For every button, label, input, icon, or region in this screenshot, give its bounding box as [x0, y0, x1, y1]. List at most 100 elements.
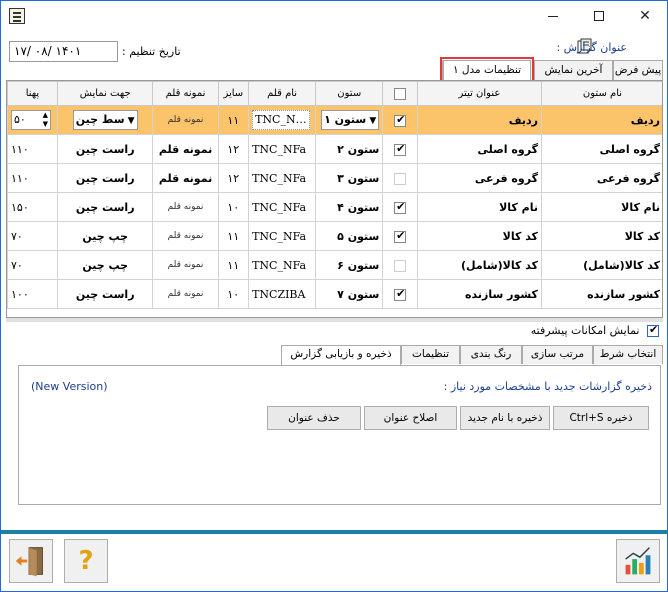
date-input[interactable]: ۱۴۰۱ /۰۸ /۱۷ — [9, 41, 118, 62]
cell-font-sample[interactable]: نمونه قلم — [152, 163, 219, 193]
cell-column[interactable]: ستون ۳ — [315, 163, 384, 193]
table-row[interactable]: کد کالا(شامل) کد کالا(شامل) ستون ۶ TNC_NFa ۱… — [7, 250, 662, 280]
visible-checkbox[interactable] — [394, 287, 407, 301]
cell-alignment[interactable]: راست چین — [56, 279, 154, 309]
visible-checkbox[interactable] — [394, 259, 407, 272]
delete-title-button[interactable]: حذف عنوان — [267, 406, 361, 430]
col-header-checkbox[interactable] — [382, 81, 418, 106]
tab-filter-condition[interactable]: انتخاب شرط — [593, 345, 663, 364]
tab-coloring[interactable]: رنگ بندی — [460, 345, 522, 364]
cell-alignment[interactable]: راست چین — [56, 134, 154, 164]
col-header-alignment[interactable]: جهت نمایش — [56, 81, 154, 106]
column-dropdown[interactable]: ▼ ستون ۱ — [321, 110, 380, 130]
spinner-arrows-icon[interactable]: ▲ ▼ — [43, 111, 48, 129]
visible-checkbox[interactable] — [394, 200, 407, 214]
cell-font-name[interactable]: TNC_NFa — [248, 192, 317, 222]
cell-alignment[interactable]: راست چین — [56, 192, 154, 222]
cell-column-name[interactable]: کشور سازنده — [540, 279, 662, 309]
save-as-button[interactable]: ذخیره با نام جدید — [460, 406, 550, 430]
cell-font-name[interactable]: TNCZIBA — [248, 279, 317, 309]
cell-size[interactable]: ۱۱ — [217, 105, 250, 135]
select-all-checkbox[interactable] — [394, 87, 407, 100]
table-row[interactable]: کشور سازندهکشور سازنده ستون ۷ TNCZIBA۱۰نمو… — [7, 279, 662, 309]
cell-column[interactable]: ستون ۷ — [315, 279, 384, 309]
cell-visible[interactable] — [382, 192, 418, 222]
cell-size[interactable]: ۱۰ — [217, 279, 250, 309]
visible-checkbox[interactable] — [394, 142, 407, 156]
cell-visible[interactable] — [382, 134, 418, 164]
alignment-dropdown[interactable]: ▼ سط چین — [72, 110, 138, 130]
cell-column[interactable]: ▼ ستون ۱ — [315, 105, 384, 135]
cell-size[interactable]: ۱۰ — [217, 192, 250, 222]
cell-alignment[interactable]: ▼ سط چین — [56, 105, 154, 135]
visible-checkbox[interactable] — [394, 229, 407, 243]
cell-width[interactable]: ۷۰ — [7, 250, 58, 280]
cell-column-name[interactable]: کد کالا(شامل) — [540, 250, 662, 280]
tab-save-restore[interactable]: ذخیره و بازیابی گزارش — [281, 345, 401, 365]
visible-checkbox[interactable] — [394, 113, 407, 127]
table-row[interactable]: گروه فرعی گروه فرعی ستون ۳ TNC_NFa ۱۲ نمونه ق… — [7, 163, 662, 193]
cell-width[interactable]: ۱۱۰ — [7, 163, 58, 193]
cell-font-name[interactable]: TNC_NFa — [248, 134, 317, 164]
col-header-size[interactable]: سایز — [217, 81, 250, 106]
col-header-column[interactable]: ستون — [315, 81, 384, 106]
cell-column[interactable]: ستون ۴ — [315, 192, 384, 222]
table-row[interactable]: ردیفردیف ▼ ستون ۱ TNC_N…۱۱نمونه قلم ▼ سط چی… — [7, 105, 662, 135]
horizontal-scrollbar[interactable] — [6, 318, 663, 322]
cell-font-sample[interactable]: نمونه قلم — [152, 279, 219, 309]
cell-font-sample[interactable]: نمونه قلم — [152, 134, 219, 164]
cell-column-name[interactable]: ردیف — [540, 105, 662, 135]
table-row[interactable]: گروه اصلیگروه اصلی ستون ۲ TNC_NFa۱۲نمونه ق… — [7, 134, 662, 164]
cell-font-name[interactable]: TNC_NFa — [248, 250, 317, 280]
cell-size[interactable]: ۱۱ — [217, 250, 250, 280]
cell-size[interactable]: ۱۲ — [217, 134, 250, 164]
cell-alignment[interactable]: راست چین — [56, 163, 154, 193]
cell-title[interactable]: کد کالا(شامل) — [416, 250, 542, 280]
table-row[interactable]: نام کالانام کالا ستون ۴ TNC_NFa۱۰نمونه قلم… — [7, 192, 662, 222]
exit-button[interactable] — [9, 539, 53, 583]
minimize-button[interactable] — [530, 1, 576, 31]
cell-font-name[interactable]: TNC_NFa — [248, 163, 317, 193]
cell-size[interactable]: ۱۱ — [217, 221, 250, 251]
tab-model-1-settings[interactable]: تنظیمات مدل ۱ — [440, 57, 534, 84]
close-button[interactable]: ✕ — [622, 1, 668, 31]
cell-visible[interactable] — [382, 163, 418, 193]
tab-sorting[interactable]: مرتب سازی — [522, 345, 593, 364]
cell-visible[interactable] — [382, 105, 418, 135]
cell-visible[interactable] — [382, 279, 418, 309]
cell-title[interactable]: گروه اصلی — [416, 134, 542, 164]
font-picker[interactable]: TNC_N… — [252, 110, 310, 130]
cell-column-name[interactable]: کد کالا — [540, 221, 662, 251]
width-spinner[interactable]: ۵۰ ▲ ▼ — [11, 110, 51, 130]
cell-width[interactable]: ۱۱۰ — [7, 134, 58, 164]
cell-alignment[interactable]: چپ چین — [56, 250, 154, 280]
chart-button[interactable] — [616, 539, 660, 583]
col-header-width[interactable]: پهنا — [7, 81, 58, 106]
cell-font-name[interactable]: TNC_N… — [248, 105, 317, 135]
edit-title-button[interactable]: اصلاح عنوان — [364, 406, 457, 430]
cell-font-sample[interactable]: نمونه قلم — [152, 221, 219, 251]
cell-width[interactable]: ۷۰ — [7, 221, 58, 251]
cell-visible[interactable] — [382, 250, 418, 280]
advanced-options-toggle[interactable]: نمایش امکانات پیشرفته — [531, 323, 659, 337]
col-header-font-sample[interactable]: نمونه قلم — [152, 81, 219, 106]
tab-default[interactable]: پیش فرض — [613, 60, 663, 80]
tab-settings[interactable]: تنظیمات — [401, 345, 460, 364]
visible-checkbox[interactable] — [394, 172, 407, 185]
cell-column-name[interactable]: گروه اصلی — [540, 134, 662, 164]
cell-title[interactable]: ردیف — [416, 105, 542, 135]
advanced-options-checkbox[interactable] — [647, 323, 659, 337]
cell-width[interactable]: ۱۰۰ — [7, 279, 58, 309]
cell-size[interactable]: ۱۲ — [217, 163, 250, 193]
help-button[interactable]: ? — [64, 539, 108, 583]
cell-title[interactable]: کد کالا — [416, 221, 542, 251]
cell-font-sample[interactable]: نمونه قلم — [152, 105, 219, 135]
tab-last-view[interactable]: آخرین نمایش — [534, 60, 613, 80]
save-button[interactable]: ذخیره Ctrl+S — [553, 406, 649, 430]
col-header-title[interactable]: عنوان تیتر — [416, 81, 542, 106]
cell-title[interactable]: نام کالا — [416, 192, 542, 222]
cell-width[interactable]: ۱۵۰ — [7, 192, 58, 222]
cell-title[interactable]: گروه فرعی — [416, 163, 542, 193]
cell-visible[interactable] — [382, 221, 418, 251]
maximize-button[interactable] — [576, 1, 622, 31]
